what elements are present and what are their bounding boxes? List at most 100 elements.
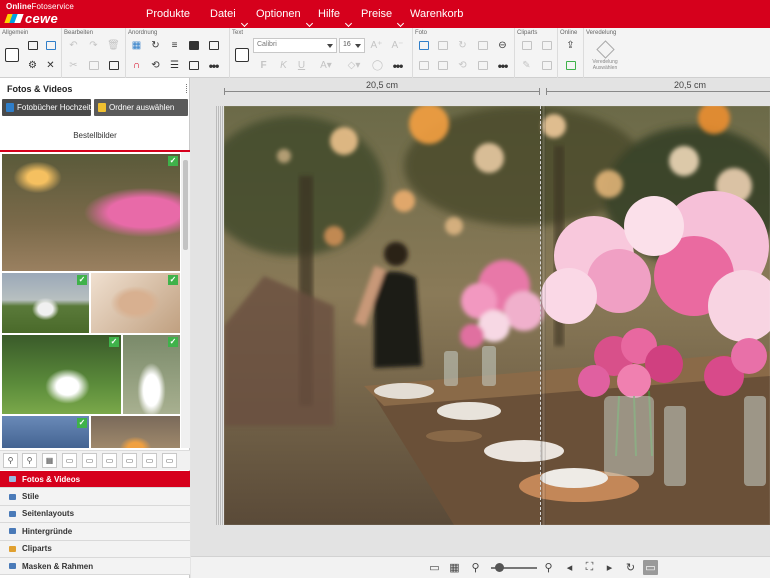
source-button-album[interactable]: Fotobücher Hochzeit — [2, 99, 91, 116]
italic-button[interactable]: K — [276, 58, 291, 73]
photo-shadow-button[interactable] — [475, 58, 490, 73]
undo-button[interactable]: ↶ — [66, 38, 81, 53]
text-color-button[interactable]: A▾ — [314, 58, 338, 73]
view-option-2-button[interactable]: ▭ — [82, 453, 97, 468]
view-option-4-button[interactable]: ▭ — [122, 453, 137, 468]
photo-filter-button[interactable]: ⊖ — [495, 38, 510, 53]
copy-button[interactable] — [86, 58, 101, 73]
accordion-masken-rahmen[interactable]: Masken & Rahmen — [0, 557, 190, 576]
zoom-in-button[interactable]: ⚲ — [541, 560, 556, 575]
distribute-button[interactable]: ☰ — [167, 58, 182, 73]
group-button[interactable] — [186, 58, 201, 73]
zoom-in-thumbs-button[interactable]: ⚲ — [22, 453, 37, 468]
view-option-5-button[interactable]: ▭ — [142, 453, 157, 468]
grid-button[interactable]: ▦ — [129, 38, 144, 53]
settings-button[interactable]: ⚙ — [25, 58, 40, 73]
scrollbar-thumb[interactable] — [183, 160, 188, 250]
photo-thumbnail[interactable]: ✓ — [123, 335, 180, 414]
accordion-fotos-videos[interactable]: Fotos & Videos — [0, 471, 190, 489]
photo-thumbnail[interactable]: ✓ — [2, 416, 89, 448]
view-option-6-button[interactable]: ▭ — [162, 453, 177, 468]
magnet-button[interactable]: ∩ — [129, 58, 144, 73]
accordion-cliparts[interactable]: Cliparts — [0, 540, 190, 558]
thumbnail-scrollbar[interactable] — [181, 152, 190, 448]
clipart-edit-button[interactable]: ✎ — [519, 58, 534, 73]
menu-optionen[interactable]: Optionen — [256, 8, 318, 28]
photo-thumbnail[interactable]: ✓ — [91, 273, 180, 333]
clipart-frame-button[interactable] — [539, 58, 554, 73]
rotate-icon: ↻ — [458, 40, 467, 51]
view-option-3-button[interactable]: ▭ — [102, 453, 117, 468]
mirror-button[interactable]: ⟲ — [148, 58, 163, 73]
photo-enhance-button[interactable] — [416, 58, 431, 73]
align-button[interactable]: ≡ — [167, 38, 182, 53]
menu-hilfe[interactable]: Hilfe — [318, 8, 361, 28]
rotate-view-button[interactable]: ↻ — [623, 560, 638, 575]
zoom-slider-knob[interactable] — [494, 563, 504, 572]
add-text-button[interactable] — [233, 46, 251, 64]
photo-crop-button[interactable] — [475, 38, 490, 53]
arrange-more-button[interactable]: ••• — [206, 58, 221, 73]
clipart-add-button[interactable] — [519, 38, 534, 53]
clipart-copy-button[interactable] — [539, 38, 554, 53]
panel-grip-handle[interactable] — [186, 84, 187, 93]
photo-thumbnail[interactable]: ✓ — [2, 273, 89, 333]
next-page-button[interactable]: ▸ — [602, 560, 617, 575]
accordion-stile[interactable]: Stile — [0, 488, 190, 506]
online-upload-button[interactable] — [563, 58, 578, 73]
grid-view-button[interactable]: ▦ — [447, 560, 462, 575]
logo-tagline: OnlineFotoservice — [6, 2, 74, 11]
cewe-logo[interactable]: OnlineFotoservice cewe — [4, 2, 74, 25]
add-page-button[interactable] — [25, 38, 40, 53]
grow-font-button[interactable]: A⁺ — [369, 38, 384, 53]
delete-button[interactable]: 🗑 — [106, 38, 121, 53]
text-effect-button[interactable]: ◯ — [370, 58, 385, 73]
online-share-button[interactable]: ⇪ — [563, 38, 578, 53]
menu-preise[interactable]: Preise — [361, 8, 410, 28]
save-button[interactable] — [3, 46, 21, 64]
accordion-seitenlayouts[interactable]: Seitenlayouts — [0, 505, 190, 524]
photo-edit-button[interactable] — [416, 38, 431, 53]
font-size-select[interactable]: 16 — [339, 38, 365, 53]
veredelung-button[interactable]: Veredelung Auswählen — [586, 38, 624, 76]
cut-button[interactable]: ✂ — [66, 58, 81, 73]
photo-frame-button[interactable] — [435, 58, 450, 73]
photo-thumbnail[interactable]: ✓ — [2, 154, 180, 271]
source-button-folder[interactable]: Ordner auswählen — [94, 99, 188, 116]
bring-front-button[interactable] — [186, 38, 201, 53]
rotate-button[interactable]: ↻ — [148, 38, 163, 53]
photo-import-button[interactable] — [43, 38, 58, 53]
spread-view-button[interactable]: ▭ — [643, 560, 658, 575]
menu-warenkorb[interactable]: Warenkorb — [410, 8, 463, 20]
editor-canvas[interactable]: 20,5 cm 20,5 cm — [191, 78, 770, 556]
photo-more-button[interactable]: ••• — [495, 58, 510, 73]
magic-button[interactable]: ✕ — [43, 58, 58, 73]
single-page-view-button[interactable]: ▭ — [427, 560, 442, 575]
view-option-1-button[interactable]: ▭ — [62, 453, 77, 468]
redo-button[interactable]: ↷ — [86, 38, 101, 53]
photo-rotate-button[interactable]: ↻ — [455, 38, 470, 53]
fullscreen-button[interactable]: ⛶ — [582, 560, 597, 575]
photo-thumbnail[interactable]: ✓ — [2, 335, 121, 414]
menu-produkte[interactable]: Produkte — [146, 8, 210, 20]
shrink-font-button[interactable]: A⁻ — [390, 38, 405, 53]
tab-bestellbilder[interactable]: Bestellbilder — [0, 122, 190, 152]
text-bg-button[interactable]: ◇▾ — [342, 58, 366, 73]
photo-mirror-button[interactable]: ⟲ — [455, 58, 470, 73]
zoom-out-thumbs-button[interactable]: ⚲ — [3, 453, 18, 468]
zoom-out-button[interactable]: ⚲ — [468, 560, 483, 575]
underline-button[interactable]: U — [294, 58, 309, 73]
spread-photo[interactable] — [224, 106, 770, 525]
bold-button[interactable]: F — [256, 58, 271, 73]
send-back-button[interactable] — [206, 38, 221, 53]
photo-replace-button[interactable] — [435, 38, 450, 53]
paste-button[interactable] — [106, 58, 121, 73]
photo-thumbnail[interactable] — [91, 416, 180, 448]
accordion-hintergruende[interactable]: Hintergründe — [0, 523, 190, 541]
menu-datei[interactable]: Datei — [210, 8, 256, 28]
font-family-select[interactable]: Calibri — [253, 38, 337, 53]
text-more-button[interactable]: ••• — [390, 58, 405, 73]
sort-button[interactable]: ▦ — [42, 453, 57, 468]
previous-page-button[interactable]: ◂ — [562, 560, 577, 575]
right-page-width-label: 20,5 cm — [674, 80, 707, 90]
